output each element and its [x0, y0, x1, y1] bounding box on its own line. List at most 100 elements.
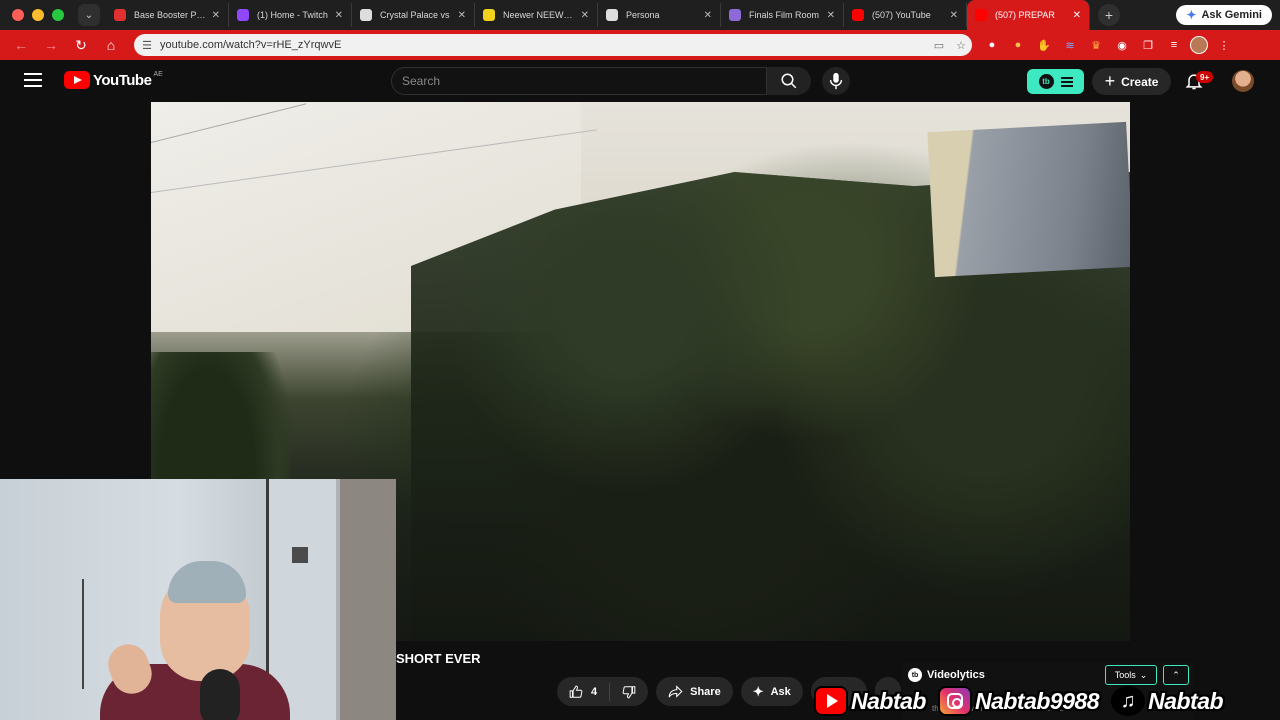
- videolytics-title: Videolytics: [927, 669, 985, 681]
- tab-close-icon[interactable]: ✕: [704, 10, 712, 21]
- ask-label: Ask: [770, 685, 791, 698]
- like-button[interactable]: 4: [557, 682, 611, 701]
- tab-close-icon[interactable]: ✕: [1073, 10, 1081, 21]
- browser-tab[interactable]: Finals Film Room ✕: [721, 3, 844, 27]
- browser-toolbar: ← → ↻ ⌂ ☰ youtube.com/watch?v=rHE_zYrqwv…: [0, 30, 1280, 60]
- youtube-icon: [814, 686, 848, 716]
- site-info-icon[interactable]: ☰: [134, 39, 160, 52]
- window-controls: [12, 9, 64, 21]
- browser-tab[interactable]: Crystal Palace vs ✕: [352, 3, 475, 27]
- extensions-puzzle-icon[interactable]: ❐: [1138, 35, 1158, 55]
- forward-arrow-icon[interactable]: →: [36, 37, 66, 53]
- youtube-play-icon: [64, 71, 90, 89]
- thumbs-down-icon: [622, 685, 636, 698]
- browser-tab[interactable]: Base Booster Pack ✕: [106, 3, 229, 27]
- tab-label: Base Booster Pack: [134, 10, 206, 20]
- ask-gemini-button[interactable]: ✦ Ask Gemini: [1176, 5, 1272, 25]
- chevron-down-icon: ⌄: [1139, 669, 1148, 680]
- tab-favicon-icon: [483, 9, 495, 21]
- tab-favicon-icon: [975, 9, 987, 21]
- videolytics-header: tb Videolytics: [908, 668, 985, 682]
- chevron-up-icon: ⌃: [1172, 669, 1180, 680]
- menu-lines-icon: [1060, 76, 1073, 87]
- new-tab-button[interactable]: +: [1098, 4, 1120, 26]
- media-controls-icon[interactable]: ≡: [1164, 35, 1184, 55]
- tab-label: Finals Film Room: [749, 10, 820, 20]
- webcam-background-lamp: [82, 579, 84, 689]
- create-label: Create: [1121, 74, 1159, 89]
- tab-favicon-icon: [729, 9, 741, 21]
- bookmark-star-icon[interactable]: ☆: [950, 39, 972, 52]
- tiktok-icon: ♫: [1111, 686, 1146, 716]
- youtube-handle-text: Nabtab: [851, 687, 926, 714]
- browser-tab[interactable]: (1) Home - Twitch ✕: [229, 3, 352, 27]
- browser-tab[interactable]: (507) PREPAR ✕: [967, 0, 1090, 30]
- create-button[interactable]: + Create: [1092, 68, 1171, 95]
- webcam-microphone: [200, 669, 240, 720]
- account-avatar[interactable]: [1232, 70, 1254, 92]
- extension-crown-icon[interactable]: ♛: [1086, 35, 1106, 55]
- videolytics-extension-button[interactable]: tb: [1027, 69, 1084, 94]
- minimize-window-button[interactable]: [32, 9, 44, 21]
- extension-hand-icon[interactable]: ✋: [1034, 35, 1054, 55]
- microphone-icon: [829, 72, 843, 90]
- home-icon[interactable]: ⌂: [96, 37, 126, 53]
- tab-favicon-icon: [852, 9, 864, 21]
- guide-menu-icon[interactable]: [24, 73, 42, 87]
- video-title: SHORT EVER: [396, 651, 481, 666]
- tab-label: Crystal Palace vs: [380, 10, 450, 20]
- tab-close-icon[interactable]: ✕: [335, 10, 343, 21]
- browser-tab[interactable]: (507) YouTube ✕: [844, 3, 967, 27]
- gemini-spark-icon: ✦: [1186, 8, 1197, 22]
- share-label: Share: [690, 685, 721, 698]
- tab-label: (507) PREPAR: [995, 10, 1055, 20]
- tab-label: Neewer NEEWER: [503, 10, 575, 20]
- videolytics-logo-icon: tb: [908, 668, 922, 682]
- like-count: 4: [591, 685, 598, 698]
- close-window-button[interactable]: [12, 9, 24, 21]
- browser-tab-strip: ⌄ Base Booster Pack ✕ (1) Home - Twitch ✕ Cr…: [0, 0, 1280, 30]
- videolytics-logo-icon: tb: [1038, 74, 1054, 89]
- plus-icon: +: [1104, 71, 1116, 91]
- webcam-person-cap: [168, 561, 246, 603]
- tab-favicon-icon: [606, 9, 618, 21]
- webcam-background-wall: [340, 479, 396, 720]
- back-arrow-icon[interactable]: ←: [6, 37, 36, 53]
- browser-tab[interactable]: Persona ✕: [598, 3, 721, 27]
- voice-search-button[interactable]: [822, 67, 850, 95]
- maximize-window-button[interactable]: [52, 9, 64, 21]
- country-code: AE: [153, 70, 163, 78]
- tab-close-icon[interactable]: ✕: [458, 10, 466, 21]
- extension-wave-icon[interactable]: ≋: [1060, 35, 1080, 55]
- videolytics-collapse-button[interactable]: ⌃: [1163, 665, 1189, 685]
- youtube-logo[interactable]: YouTube AE: [64, 71, 163, 89]
- tab-close-icon[interactable]: ✕: [581, 10, 589, 21]
- tab-close-icon[interactable]: ✕: [212, 10, 220, 21]
- tools-label: Tools: [1114, 670, 1136, 680]
- tab-search-dropdown[interactable]: ⌄: [78, 4, 100, 26]
- browser-profile-avatar[interactable]: [1190, 36, 1208, 54]
- search-icon: [781, 73, 797, 89]
- browser-tab[interactable]: Neewer NEEWER ✕: [475, 3, 598, 27]
- tab-label: (507) YouTube: [872, 10, 931, 20]
- tab-close-icon[interactable]: ✕: [827, 10, 835, 21]
- extension-lightbulb-icon[interactable]: ●: [982, 35, 1002, 55]
- extension-honey-icon[interactable]: ●: [1008, 35, 1028, 55]
- extension-tomato-icon[interactable]: ◉: [1112, 35, 1132, 55]
- ask-ai-button[interactable]: ✦ Ask: [740, 677, 803, 706]
- videolytics-tools-dropdown[interactable]: Tools ⌄: [1105, 665, 1157, 685]
- share-button[interactable]: Share: [656, 677, 733, 706]
- address-bar[interactable]: ☰ youtube.com/watch?v=rHE_zYrqwvE ▭ ☆: [134, 34, 972, 56]
- tab-list: Base Booster Pack ✕ (1) Home - Twitch ✕ Crys…: [106, 0, 1090, 30]
- video-frame-sign: [927, 121, 1130, 278]
- dislike-button[interactable]: [610, 685, 648, 699]
- tab-label: Persona: [626, 10, 660, 20]
- browser-menu-icon[interactable]: ⋮: [1214, 35, 1234, 55]
- install-app-icon[interactable]: ▭: [928, 39, 950, 52]
- youtube-handle: Nabtab: [814, 686, 926, 716]
- search-button[interactable]: [767, 67, 811, 95]
- tab-close-icon[interactable]: ✕: [950, 10, 958, 21]
- instagram-icon: [937, 686, 972, 716]
- search-input[interactable]: [392, 68, 766, 94]
- reload-icon[interactable]: ↻: [66, 37, 96, 54]
